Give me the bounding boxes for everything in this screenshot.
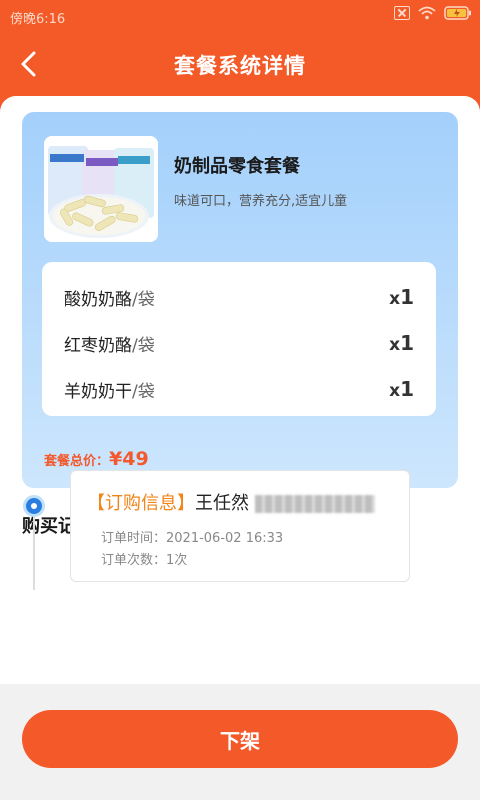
list-item: 酸奶奶酪/袋 x1 bbox=[64, 282, 414, 312]
status-icons bbox=[394, 6, 472, 20]
package-description: 味道可口，营养充分,适宜儿童 bbox=[174, 194, 348, 209]
no-sim-icon bbox=[394, 6, 410, 20]
list-item: 红枣奶酪/袋 x1 bbox=[64, 328, 414, 358]
item-quantity: x1 bbox=[389, 285, 414, 309]
record-heading: 【订购信息】王任然 bbox=[87, 489, 375, 515]
wifi-icon bbox=[418, 6, 436, 20]
item-quantity: x1 bbox=[389, 331, 414, 355]
package-name: 奶制品零食套餐 bbox=[174, 156, 300, 177]
package-items-list: 酸奶奶酪/袋 x1 红枣奶酪/袋 x1 羊奶奶干/袋 x1 bbox=[42, 262, 436, 416]
total-price: ¥49 bbox=[109, 448, 149, 470]
item-quantity: x1 bbox=[389, 377, 414, 401]
item-name: 酸奶奶酪/袋 bbox=[64, 289, 155, 310]
timeline-dot-icon bbox=[23, 495, 45, 517]
record-tag: 【订购信息】 bbox=[87, 493, 195, 514]
status-time: 傍晚6:16 bbox=[10, 12, 66, 27]
total-label: 套餐总价： bbox=[44, 454, 110, 469]
bottom-bar: 下架 bbox=[0, 684, 480, 800]
order-time: 订单时间：2021-06-02 16:33 bbox=[101, 531, 284, 546]
package-card: 奶制品零食套餐 味道可口，营养充分,适宜儿童 酸奶奶酪/袋 x1 红枣奶酪/袋 … bbox=[22, 112, 458, 488]
list-item: 羊奶奶干/袋 x1 bbox=[64, 374, 414, 404]
delist-button[interactable]: 下架 bbox=[22, 710, 458, 768]
item-name: 红枣奶酪/袋 bbox=[64, 335, 155, 356]
item-name: 羊奶奶干/袋 bbox=[64, 381, 155, 402]
status-bar: 傍晚6:16 bbox=[0, 0, 480, 32]
order-count: 订单次数：1次 bbox=[101, 553, 188, 568]
content-area: 奶制品零食套餐 味道可口，营养充分,适宜儿童 酸奶奶酪/袋 x1 红枣奶酪/袋 … bbox=[0, 96, 480, 684]
navbar: 套餐系统详情 bbox=[0, 32, 480, 96]
purchase-record-card[interactable]: 【订购信息】王任然 订单时间：2021-06-02 16:33 订单次数：1次 bbox=[70, 470, 410, 582]
package-total: 套餐总价：¥49 bbox=[44, 448, 149, 470]
page-title: 套餐系统详情 bbox=[174, 54, 306, 78]
redacted-phone bbox=[255, 495, 375, 513]
buyer-name: 王任然 bbox=[195, 493, 249, 514]
product-image bbox=[44, 136, 158, 242]
battery-charging-icon bbox=[444, 6, 472, 20]
